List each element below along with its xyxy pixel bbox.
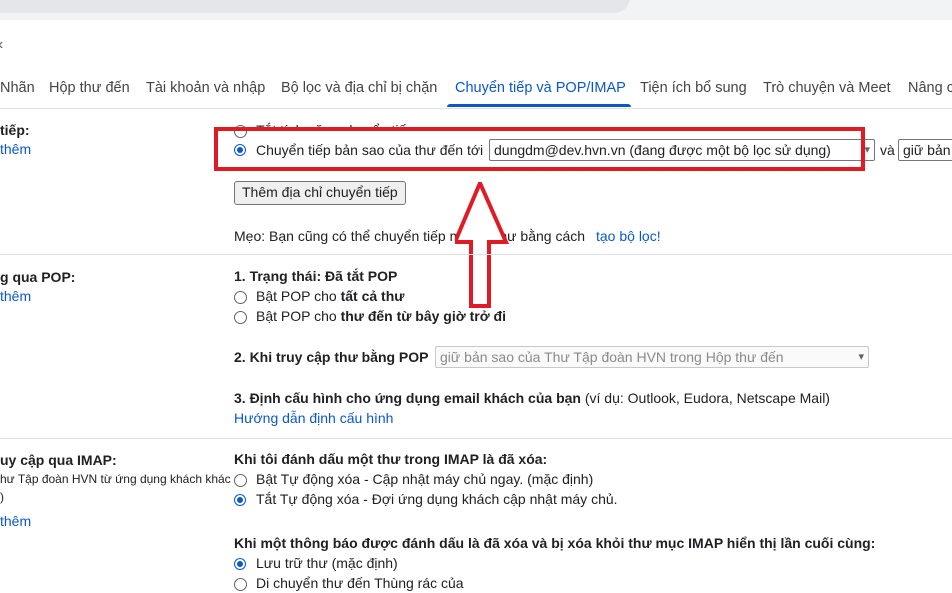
create-filter-link[interactable]: tạo bộ lọc! [596, 228, 661, 244]
archive-message-radio[interactable] [234, 558, 246, 570]
imap-section-sub2: ) [0, 490, 4, 504]
up-arrow-icon [455, 182, 510, 308]
pop-access-title: 2. Khi truy cập thư bằng POP [234, 349, 429, 365]
imap-delete-title: Khi tôi đánh dấu một thư trong IMAP là đ… [234, 451, 548, 467]
address-bar [0, 0, 630, 13]
tab-accounts[interactable]: Tài khoản và nhập [146, 80, 265, 96]
tab-labels[interactable]: Nhãn [0, 80, 35, 96]
keep-copy-select[interactable]: giữ bản [898, 139, 952, 161]
auto-expunge-off-label: Tắt Tự động xóa - Đợi ứng dụng khách cập… [256, 491, 618, 507]
enable-pop-new-label: Bật POP cho thư đến từ bây giờ trở đi [256, 308, 506, 324]
auto-expunge-off-radio[interactable] [234, 494, 246, 506]
enable-pop-all-label: Bật POP cho tất cả thư [256, 288, 405, 304]
auto-expunge-on-radio[interactable] [234, 474, 247, 487]
pop-access-select[interactable]: giữ bản sao của Thư Tập đoàn HVN trong H… [435, 346, 869, 368]
tab-filters[interactable]: Bộ lọc và địa chỉ bị chặn [281, 80, 437, 96]
pop-access-value: giữ bản sao của Thư Tập đoàn HVN trong H… [440, 349, 784, 365]
pop-learn-more[interactable]: thêm [0, 288, 31, 304]
highlight-box [214, 127, 865, 171]
tab-inbox[interactable]: Hộp thư đến [49, 80, 130, 96]
section-divider [0, 254, 952, 255]
section-divider [0, 438, 952, 439]
tab-forwarding[interactable]: Chuyển tiếp và POP/IMAP [455, 80, 626, 96]
enable-pop-all-radio[interactable] [234, 291, 247, 304]
active-tab-indicator [447, 104, 631, 107]
auto-expunge-on-label: Bật Tự động xóa - Cập nhật máy chủ ngay.… [256, 471, 594, 487]
tab-chat-meet[interactable]: Trò chuyện và Meet [763, 80, 891, 96]
forwarding-section-label: tiếp: [0, 122, 30, 138]
pop-section-label: g qua POP: [0, 269, 76, 285]
chevron-down-icon: ▾ [858, 351, 864, 363]
tab-addons[interactable]: Tiện ích bổ sung [640, 80, 747, 96]
enable-pop-new-radio[interactable] [234, 311, 247, 324]
move-to-trash-label: Di chuyển thư đến Thùng rác của [256, 575, 464, 591]
tab-advanced[interactable]: Nâng c [908, 80, 952, 96]
imap-expunged-title: Khi một thông báo được đánh dấu là đã xó… [234, 535, 876, 551]
pop-config-row: 3. Định cấu hình cho ứng dụng email khác… [234, 390, 830, 406]
imap-section-sub: hư Tập đoàn HVN từ ứng dụng khách khác [0, 472, 231, 486]
pop-status-title: 1. Trạng thái: Đã tắt POP [234, 268, 398, 284]
chevron-down-icon: ▾ [864, 144, 870, 156]
imap-learn-more[interactable]: thêm [0, 513, 31, 529]
tip-text: Mẹo: Bạn cũng có thể chuyển tiếp một số … [234, 228, 586, 244]
move-to-trash-radio[interactable] [234, 578, 247, 591]
browser-top-bar [0, 0, 952, 20]
config-instructions-link[interactable]: Hướng dẫn định cấu hình [234, 410, 393, 426]
forwarding-learn-more[interactable]: thêm [0, 141, 31, 157]
keep-copy-value: giữ bản [903, 142, 951, 158]
add-forwarding-address-button[interactable]: Thêm địa chỉ chuyển tiếp [234, 181, 406, 205]
and-text: và [880, 142, 895, 158]
archive-message-label: Lưu trữ thư (mặc định) [256, 555, 398, 571]
back-icon[interactable]: ‹ [0, 36, 3, 54]
imap-section-label: uy cập qua IMAP: [0, 452, 117, 468]
